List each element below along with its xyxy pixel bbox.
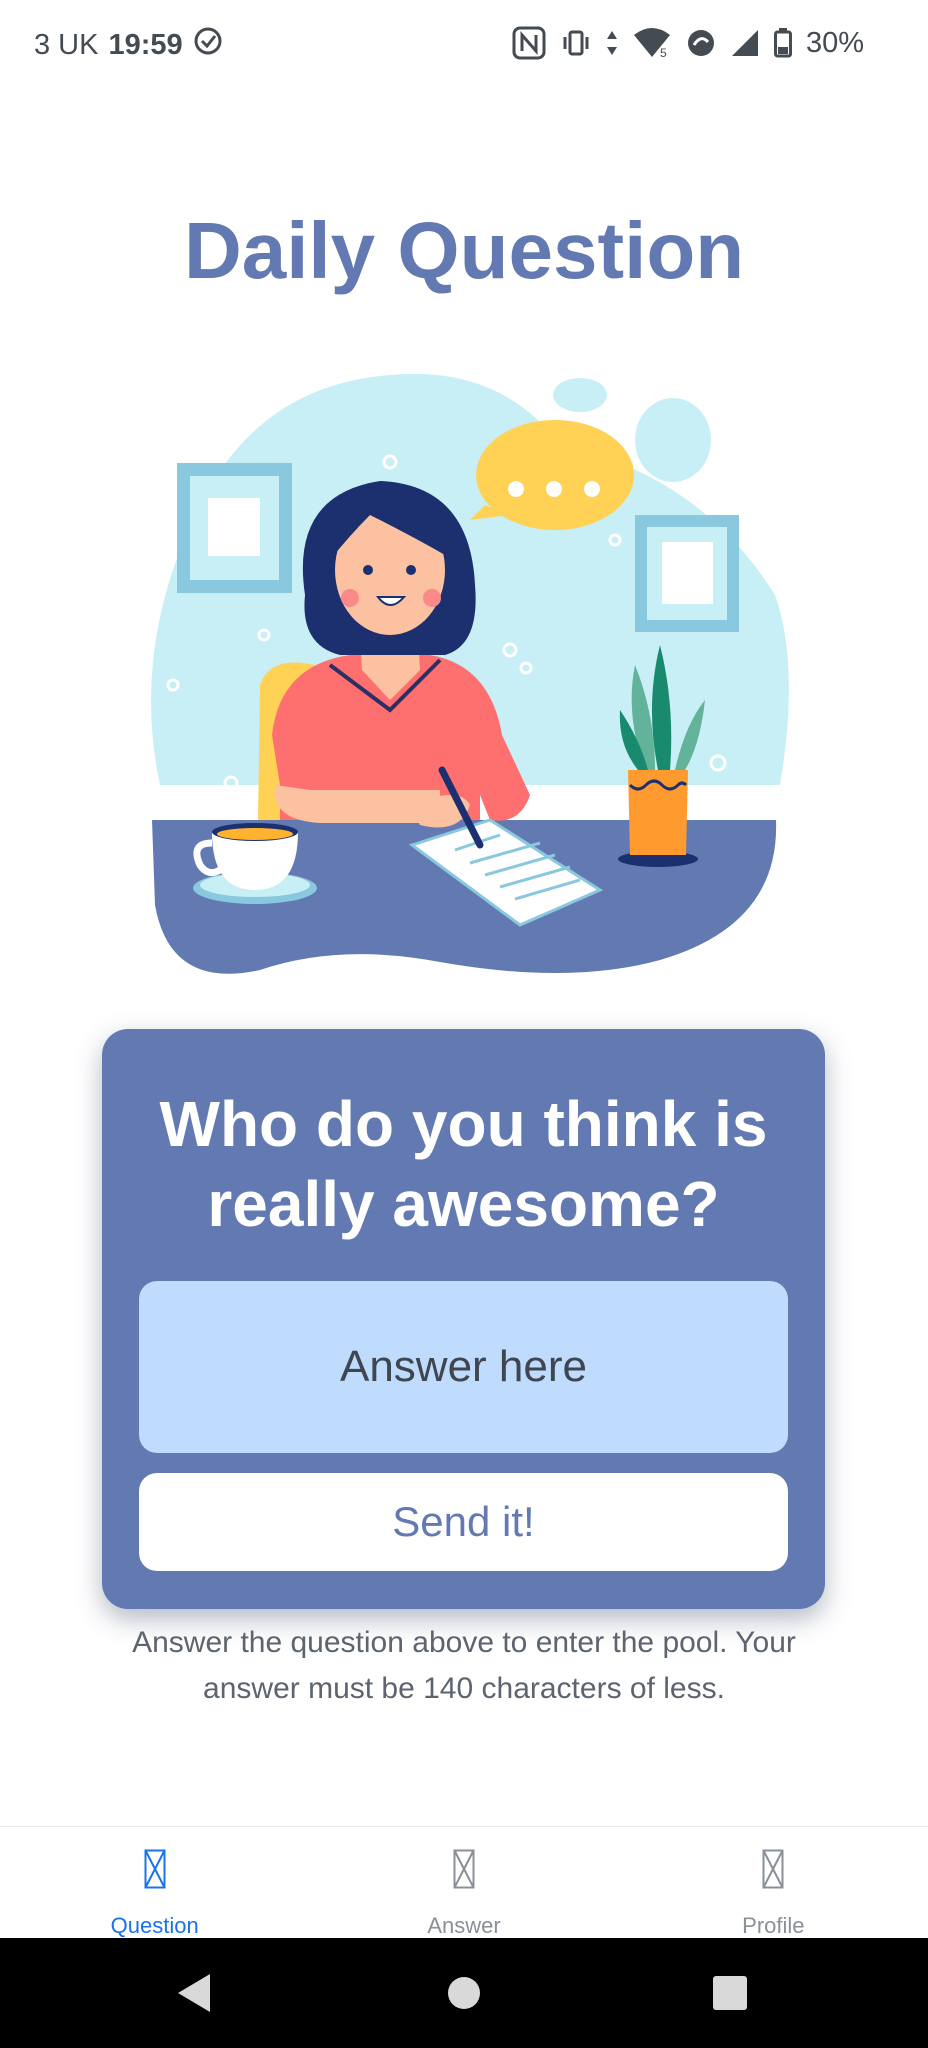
system-navigation-bar [0, 1938, 928, 2048]
status-right: 5 30% [512, 26, 864, 60]
page-title: Daily Question [183, 206, 745, 295]
cell-signal-icon [730, 28, 760, 58]
vibrate-icon [560, 28, 592, 58]
data-saver-icon [686, 28, 716, 58]
send-button[interactable]: Send it! [139, 1473, 788, 1571]
battery-percent: 30% [805, 26, 864, 59]
tab-answer[interactable]: Answer [309, 1827, 618, 1939]
tab-answer-label: Answer [427, 1913, 501, 1938]
status-left: 3 UK 19:59 [34, 26, 223, 64]
check-circle-icon [193, 26, 223, 64]
back-triangle-icon[interactable] [170, 1968, 220, 2018]
answer-input[interactable] [139, 1281, 788, 1453]
data-arrows-icon [606, 29, 618, 57]
tab-profile[interactable]: Profile [619, 1827, 928, 1939]
recents-square-icon[interactable] [705, 1968, 755, 2018]
battery-icon [773, 28, 792, 58]
home-circle-icon[interactable] [439, 1968, 489, 2018]
question-text: Who do you think is really awesome? [159, 1088, 768, 1240]
tab-question[interactable]: Question [0, 1827, 309, 1939]
tab-profile-label: Profile [742, 1913, 805, 1938]
clock-text: 19:59 [108, 28, 183, 61]
question-card: Who do you think is really awesome? Send… [102, 1029, 825, 1609]
helper-text: Answer the question above to enter the p… [132, 1626, 796, 1705]
nfc-icon [512, 26, 546, 60]
placeholder-box-icon [144, 1849, 166, 1889]
status-bar: 3 UK 19:59 5 30% [0, 0, 928, 90]
placeholder-box-icon [453, 1849, 475, 1889]
carrier-text: 3 UK [34, 28, 99, 61]
placeholder-box-icon [762, 1849, 784, 1889]
svg-text:5: 5 [660, 46, 667, 59]
woman-writing-illustration [140, 365, 800, 980]
bottom-navigation: Question Answer Profile [0, 1826, 928, 1939]
tab-question-label: Question [110, 1913, 199, 1938]
wifi-5-icon: 5 [632, 27, 672, 59]
